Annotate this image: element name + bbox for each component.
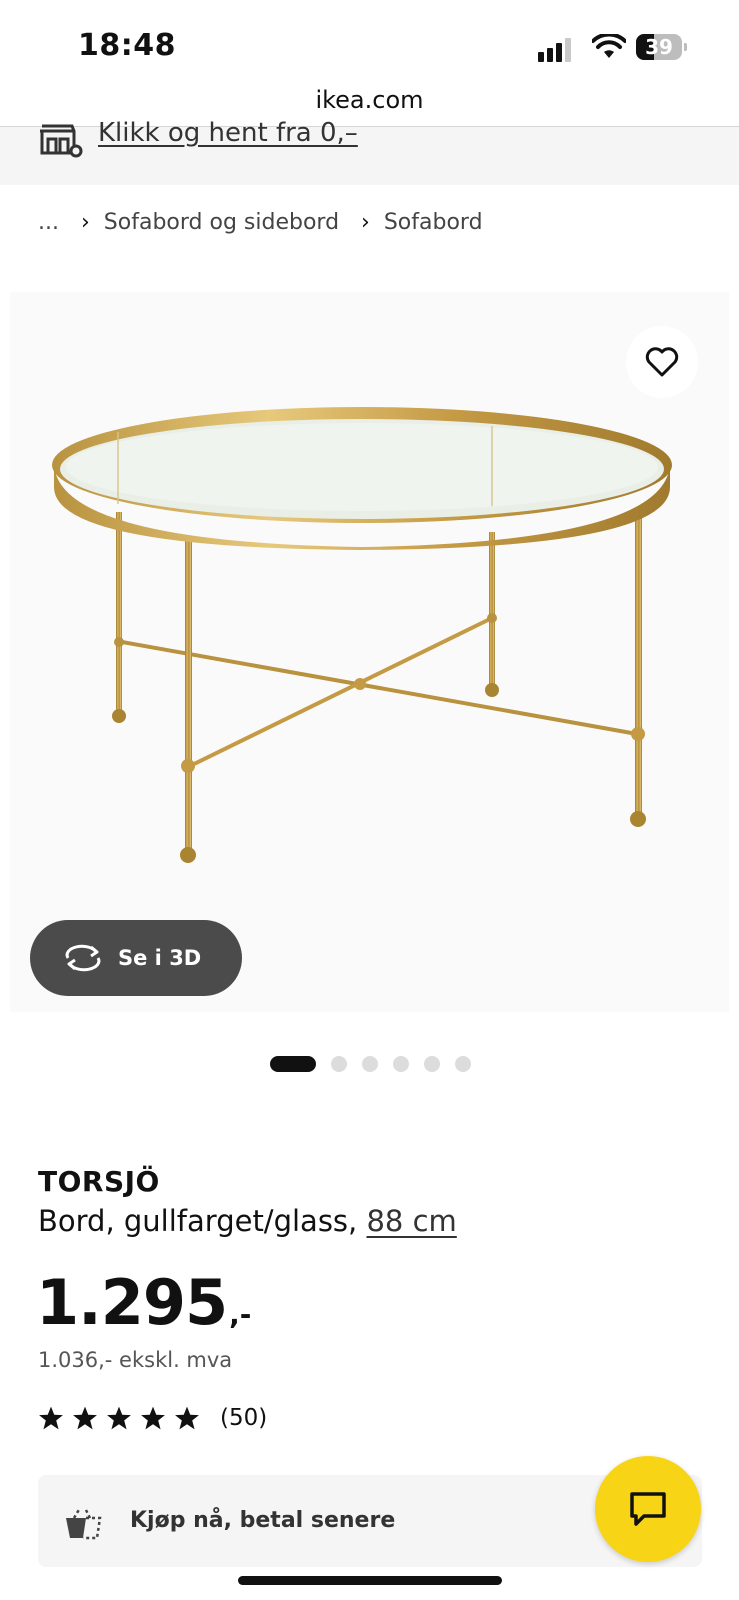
chat-button[interactable] (595, 1456, 701, 1562)
buy-now-pay-later-label: Kjøp nå, betal senere (130, 1508, 396, 1533)
product-name: TORSJÖ (38, 1165, 160, 1198)
breadcrumb-separator: › (80, 210, 90, 235)
image-carousel-dots (270, 1056, 471, 1072)
table-illustration (52, 407, 672, 863)
status-time: 18:48 (78, 28, 176, 63)
price-suffix: ,- (229, 1298, 252, 1331)
breadcrumb-item-coffee-side-tables[interactable]: Sofabord og sidebord (104, 210, 339, 235)
click-collect-link[interactable]: Klikk og hent fra 0,– (98, 118, 358, 148)
favorite-button[interactable] (626, 326, 698, 398)
heart-icon (645, 347, 679, 377)
carousel-dot[interactable] (362, 1056, 378, 1072)
product-description: Bord, gullfarget/glass, 88 cm (38, 1204, 457, 1238)
carousel-dot[interactable] (270, 1056, 316, 1072)
basket-icon (66, 1507, 102, 1540)
rating-count: (50) (220, 1405, 268, 1431)
star-icon (107, 1406, 131, 1430)
carousel-dot[interactable] (331, 1056, 347, 1072)
address-bar-url[interactable]: ikea.com (0, 86, 739, 114)
breadcrumb-ellipsis[interactable]: ... (38, 210, 59, 235)
breadcrumb-separator: › (361, 210, 370, 235)
view-3d-label: Se i 3D (118, 946, 202, 970)
star-icon (141, 1406, 165, 1430)
product-rating[interactable]: (50) (38, 1405, 267, 1431)
battery-icon: 39 (636, 34, 688, 60)
product-price: 1.295 ,- (36, 1266, 251, 1339)
product-type-text: Bord, gullfarget/glass, (38, 1204, 358, 1238)
wifi-icon (592, 34, 626, 58)
carousel-dot[interactable] (455, 1056, 471, 1072)
carousel-dot[interactable] (424, 1056, 440, 1072)
breadcrumb: ... › Sofabord og sidebord › Sofabord (38, 210, 483, 235)
star-icon (39, 1406, 63, 1430)
chat-icon (630, 1492, 666, 1526)
carousel-dot[interactable] (393, 1056, 409, 1072)
home-indicator[interactable] (238, 1576, 502, 1585)
rotate-3d-icon (65, 944, 101, 972)
star-icon (175, 1406, 199, 1430)
product-image[interactable] (10, 292, 729, 1012)
star-icon (73, 1406, 97, 1430)
breadcrumb-item-coffee-tables[interactable]: Sofabord (384, 210, 483, 235)
store-pickup-icon (40, 124, 83, 158)
size-link[interactable]: 88 cm (366, 1204, 456, 1238)
price-excl-vat: 1.036,- ekskl. mva (38, 1348, 233, 1372)
battery-level: 39 (645, 35, 673, 59)
view-3d-button[interactable]: Se i 3D (30, 920, 242, 996)
cellular-signal-icon (538, 36, 578, 62)
price-main: 1.295 (36, 1266, 228, 1339)
